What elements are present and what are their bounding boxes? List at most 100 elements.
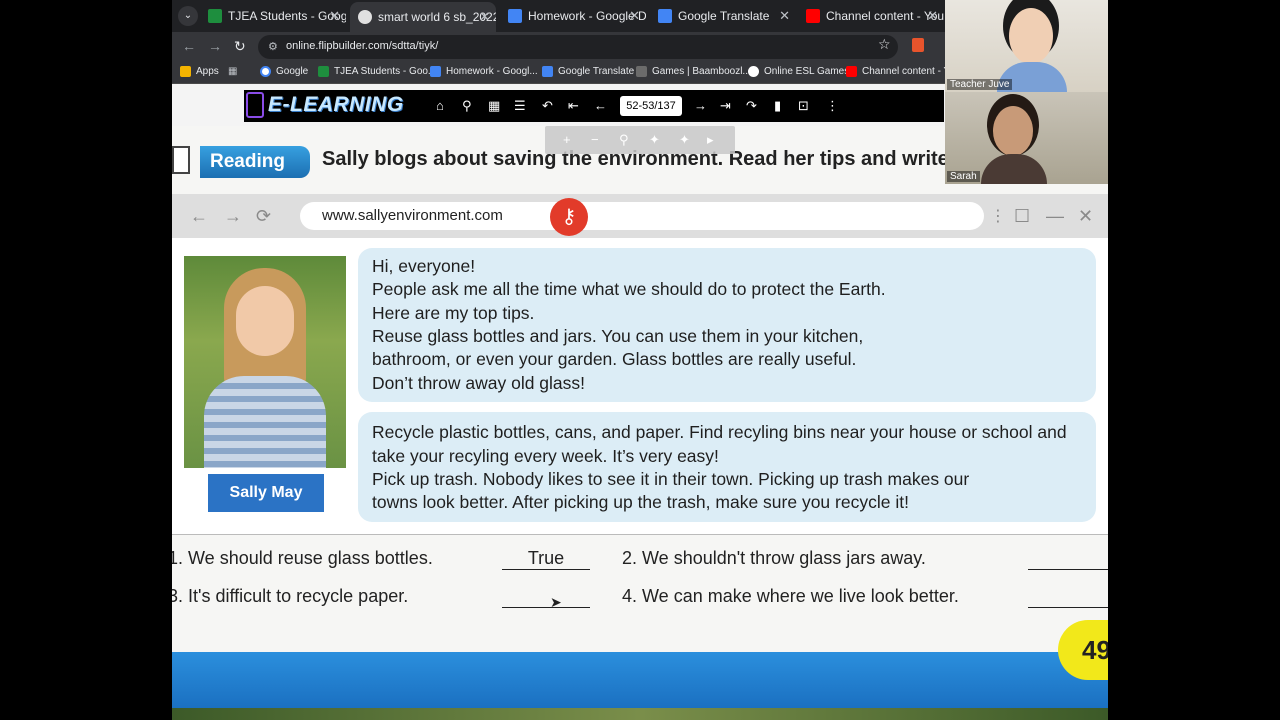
mock-reload-icon: ⟳ bbox=[256, 206, 272, 226]
apps-grid-icon bbox=[180, 66, 191, 77]
book-icon bbox=[172, 146, 190, 174]
tab-tjea-students[interactable]: TJEA Students - Google S ✕ bbox=[200, 4, 346, 28]
pan-icon[interactable]: ▸ bbox=[707, 132, 714, 148]
bookmark-google[interactable]: Google bbox=[260, 66, 308, 77]
bookmark-label: Online ESL Games bbox=[764, 66, 850, 77]
back-icon[interactable]: ← bbox=[182, 38, 196, 54]
answer-1[interactable]: True bbox=[502, 548, 590, 570]
answer-4[interactable] bbox=[1028, 586, 1108, 608]
close-icon[interactable]: ✕ bbox=[629, 8, 640, 24]
mouse-cursor-icon: ➤ bbox=[550, 594, 562, 610]
next-page-icon[interactable]: → bbox=[694, 98, 707, 113]
zoom-toolbar: + − ⚲ ✦ ✦ ▸ bbox=[545, 126, 735, 154]
blog-line: Recycle plastic bottles, cans, and paper… bbox=[372, 422, 1067, 442]
translate-icon bbox=[658, 9, 672, 23]
zoom-in-icon[interactable]: + bbox=[563, 132, 571, 147]
question-4: 4. We can make where we live look better… bbox=[622, 586, 959, 606]
reload-icon[interactable]: ↻ bbox=[234, 38, 246, 55]
bookmark-channel[interactable]: Channel content - Y... bbox=[846, 66, 957, 77]
zoom-out-icon[interactable]: − bbox=[591, 132, 599, 147]
share-icon[interactable]: ↷ bbox=[746, 98, 757, 114]
close-icon[interactable]: ✕ bbox=[479, 9, 490, 25]
fullscreen-icon[interactable]: ⊡ bbox=[798, 98, 809, 114]
bookmark-label: Google Translate bbox=[558, 66, 635, 77]
reading-list-icon[interactable]: ▦ bbox=[228, 66, 237, 77]
google-icon bbox=[260, 66, 271, 77]
first-page-icon[interactable]: ⇤ bbox=[568, 98, 579, 114]
url-text: online.flipbuilder.com/sdtta/tiyk/ bbox=[286, 40, 439, 52]
bookmark-tjea[interactable]: TJEA Students - Goo... bbox=[318, 66, 436, 77]
video-tile-student[interactable]: Sarah bbox=[945, 92, 1108, 184]
divider bbox=[172, 534, 1108, 535]
key-icon: ⚷ bbox=[550, 198, 588, 236]
table-of-contents-icon[interactable]: ☰ bbox=[514, 98, 526, 114]
page-indicator[interactable]: 52-53/137 bbox=[620, 96, 682, 116]
footer-band bbox=[172, 652, 1108, 710]
bookmark-apps[interactable]: Apps bbox=[180, 66, 219, 77]
esl-games-icon bbox=[748, 66, 759, 77]
sheets-icon bbox=[208, 9, 222, 23]
mock-minimize-icon: — bbox=[1046, 206, 1064, 226]
mock-maximize-icon: ☐ bbox=[1014, 206, 1031, 226]
tab-google-translate[interactable]: Google Translate ✕ bbox=[650, 4, 796, 28]
blog-bubble-1: Hi, everyone! People ask me all the time… bbox=[358, 248, 1096, 402]
mock-browser-bar: ← → ⟳ www.sallyenvironment.com ⚷ ⋮ ☐ — ✕ bbox=[172, 194, 1108, 238]
forward-icon[interactable]: → bbox=[208, 38, 222, 54]
bookmark-label: TJEA Students - Goo... bbox=[334, 66, 437, 77]
bookmark-label: Google bbox=[276, 66, 309, 77]
home-icon[interactable]: ⌂ bbox=[436, 98, 444, 113]
participant-body bbox=[981, 154, 1047, 184]
undo-icon[interactable]: ↶ bbox=[542, 98, 553, 114]
tab-search-icon[interactable]: ⌄ bbox=[178, 6, 198, 26]
tab-homework[interactable]: Homework - Google Doc ✕ bbox=[500, 4, 646, 28]
mock-url-bar: www.sallyenvironment.com bbox=[300, 202, 984, 230]
extension-icon[interactable] bbox=[912, 38, 924, 52]
more-icon[interactable]: ⋮ bbox=[826, 98, 839, 114]
close-icon[interactable]: ✕ bbox=[779, 8, 790, 24]
section-label: Reading bbox=[200, 146, 310, 178]
bookmark-star-icon[interactable]: ☆ bbox=[878, 36, 891, 53]
tab-channel-content[interactable]: Channel content - YouTu ✕ bbox=[798, 4, 944, 28]
bookmark-icon[interactable]: ▮ bbox=[774, 98, 781, 114]
blog-line: Pick up trash. Nobody likes to see it in… bbox=[372, 469, 970, 489]
close-icon[interactable]: ✕ bbox=[329, 8, 340, 24]
sally-photo bbox=[184, 256, 346, 468]
youtube-icon bbox=[846, 66, 857, 77]
site-settings-icon[interactable]: ⚙ bbox=[268, 40, 278, 53]
translate-icon bbox=[542, 66, 553, 77]
blog-line: People ask me all the time what we shoul… bbox=[372, 279, 886, 299]
name-tag: Sally May bbox=[208, 474, 324, 512]
zoom-fit-icon[interactable]: ⚲ bbox=[619, 132, 629, 148]
logo-icon bbox=[246, 92, 264, 118]
pan-left-icon[interactable]: ✦ bbox=[649, 132, 660, 148]
close-icon[interactable]: ✕ bbox=[927, 8, 938, 24]
answer-3[interactable] bbox=[502, 586, 590, 608]
tab-smart-world[interactable]: smart world 6 sb_2022 - ✕ bbox=[350, 2, 496, 32]
flipbook-toolbar: E-LEARNING ⌂ ⚲ ▦ ☰ ↶ ⇤ ← 52-53/137 → ⇥ ↷… bbox=[244, 90, 944, 122]
bookmark-label: Apps bbox=[196, 66, 219, 77]
flipbook-icon bbox=[358, 10, 372, 24]
address-bar[interactable]: ⚙ online.flipbuilder.com/sdtta/tiyk/ bbox=[258, 35, 898, 59]
bookmark-label: Channel content - Y... bbox=[862, 66, 958, 77]
thumbnails-icon[interactable]: ▦ bbox=[488, 98, 500, 114]
last-page-icon[interactable]: ⇥ bbox=[720, 98, 731, 114]
background-grass bbox=[172, 708, 1108, 720]
mock-url-text: www.sallyenvironment.com bbox=[322, 207, 503, 224]
bookmark-homework[interactable]: Homework - Googl... bbox=[430, 66, 538, 77]
bookmark-baamboozle[interactable]: Games | Baamboozl... bbox=[636, 66, 751, 77]
answer-2[interactable] bbox=[1028, 548, 1108, 570]
blog-bubble-2: Recycle plastic bottles, cans, and paper… bbox=[358, 412, 1096, 522]
pan-right-icon[interactable]: ✦ bbox=[679, 132, 690, 148]
bookmark-translate[interactable]: Google Translate bbox=[542, 66, 634, 77]
previous-page-icon[interactable]: ← bbox=[594, 98, 607, 113]
bookmark-label: Homework - Googl... bbox=[446, 66, 538, 77]
bookmark-label: Games | Baamboozl... bbox=[652, 66, 751, 77]
blog-line: towns look better. After picking up the … bbox=[372, 492, 909, 512]
video-tile-teacher[interactable]: Teacher Juve bbox=[945, 0, 1108, 92]
question-1: 1. We should reuse glass bottles. bbox=[172, 548, 433, 568]
question-3: 3. It's difficult to recycle paper. bbox=[172, 586, 409, 606]
zoom-icon[interactable]: ⚲ bbox=[462, 98, 472, 114]
docs-icon bbox=[508, 9, 522, 23]
bookmark-esl-games[interactable]: Online ESL Games bbox=[748, 66, 849, 77]
baamboozle-icon bbox=[636, 66, 647, 77]
